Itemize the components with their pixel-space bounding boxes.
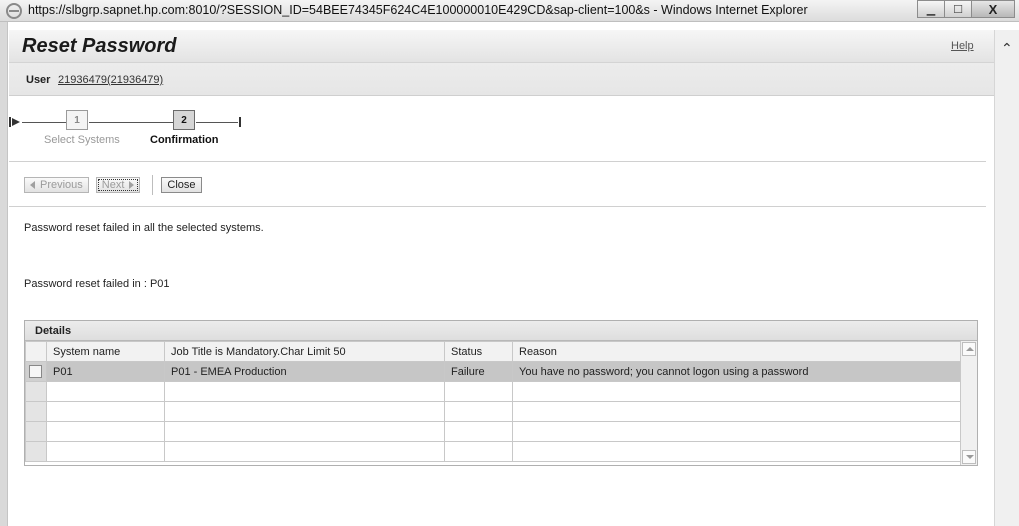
window-titlebar: https://slbgrp.sapnet.hp.com:8010/?SESSI…	[0, 0, 1019, 22]
cell-job-title: P01 - EMEA Production	[164, 361, 445, 382]
table-row-empty	[25, 441, 961, 462]
divider	[9, 161, 986, 162]
row-selector[interactable]	[25, 361, 47, 382]
empty-cell	[46, 381, 165, 402]
chevron-up-icon[interactable]: ⌃	[1001, 40, 1013, 57]
window-controls: ▁ ☐ X	[917, 0, 1015, 18]
empty-cell	[46, 441, 165, 462]
empty-cell	[46, 401, 165, 422]
cell-system-name: P01	[46, 361, 165, 382]
close-button[interactable]: Close	[161, 177, 202, 193]
empty-cell	[512, 441, 961, 462]
cell-status: Failure	[444, 361, 513, 382]
row-selector	[25, 421, 47, 442]
minimize-button[interactable]: ▁	[917, 0, 945, 18]
roadmap-step-1-label[interactable]: Select Systems	[44, 134, 120, 146]
maximize-button[interactable]: ☐	[944, 0, 972, 18]
failed-systems-message: Password reset failed in : P01	[24, 278, 170, 290]
row-selector-box[interactable]	[29, 365, 42, 378]
empty-cell	[512, 381, 961, 402]
window-title: https://slbgrp.sapnet.hp.com:8010/?SESSI…	[28, 3, 808, 17]
roadmap-connector	[89, 122, 186, 123]
roadmap-connector	[196, 122, 238, 123]
scroll-down-icon[interactable]	[962, 450, 976, 464]
chevron-right-icon	[129, 181, 135, 189]
divider	[9, 206, 986, 207]
roadmap-connector	[22, 122, 66, 123]
close-window-button[interactable]: X	[971, 0, 1015, 18]
ie-icon	[6, 3, 22, 19]
empty-cell	[444, 441, 513, 462]
empty-cell	[512, 401, 961, 422]
previous-button-label: Previous	[40, 179, 83, 191]
empty-cell	[512, 421, 961, 442]
table-row-empty	[25, 381, 961, 402]
details-panel: Details System name Job Title is Mandato…	[24, 320, 978, 466]
toolbar: Previous Next Close	[24, 175, 202, 195]
table-header-row: System name Job Title is Mandatory.Char …	[25, 341, 961, 362]
browser-scrollbar[interactable]: ⌃	[994, 30, 1019, 526]
page-title: Reset Password	[22, 35, 177, 57]
roadmap-end-icon	[239, 117, 241, 127]
summary-message: Password reset failed in all the selecte…	[24, 222, 264, 234]
roadmap: 1 2 Select Systems Confirmation	[9, 106, 994, 161]
roadmap-step-2[interactable]: 2	[173, 110, 195, 130]
page-header: Reset Password Help User 21936479(219364…	[9, 30, 994, 96]
help-link[interactable]: Help	[951, 40, 974, 52]
close-button-label: Close	[167, 179, 196, 191]
table-row-empty	[25, 401, 961, 422]
empty-cell	[444, 421, 513, 442]
roadmap-step-1[interactable]: 1	[66, 110, 88, 130]
previous-button[interactable]: Previous	[24, 177, 89, 193]
empty-cell	[164, 401, 445, 422]
table-scrollbar[interactable]	[960, 341, 977, 465]
roadmap-step-2-label: Confirmation	[150, 134, 219, 146]
column-header-status[interactable]: Status	[444, 341, 513, 362]
row-selector	[25, 441, 47, 462]
details-title: Details	[25, 321, 977, 341]
toolbar-separator	[152, 175, 154, 195]
empty-cell	[164, 421, 445, 442]
table-row[interactable]: P01 P01 - EMEA Production Failure You ha…	[25, 361, 961, 382]
empty-cell	[46, 421, 165, 442]
next-button[interactable]: Next	[95, 177, 141, 193]
next-button-label: Next	[101, 179, 125, 191]
column-header-job-title[interactable]: Job Title is Mandatory.Char Limit 50	[164, 341, 445, 362]
scroll-up-icon[interactable]	[962, 342, 976, 356]
table-row-empty	[25, 421, 961, 442]
cell-reason: You have no password; you cannot logon u…	[512, 361, 961, 382]
chevron-left-icon	[30, 181, 35, 189]
user-label: User	[26, 74, 51, 86]
empty-cell	[444, 401, 513, 422]
window-frame-left	[0, 22, 8, 526]
row-selector	[25, 401, 47, 422]
select-all-cell[interactable]	[25, 341, 47, 362]
empty-cell	[164, 441, 445, 462]
row-selector	[25, 381, 47, 402]
details-table: System name Job Title is Mandatory.Char …	[25, 341, 961, 462]
user-link[interactable]: 21936479(21936479)	[58, 74, 163, 86]
column-header-system-name[interactable]: System name	[46, 341, 165, 362]
roadmap-start-icon	[9, 117, 21, 127]
empty-cell	[164, 381, 445, 402]
empty-cell	[444, 381, 513, 402]
column-header-reason[interactable]: Reason	[512, 341, 961, 362]
page-title-bar: Reset Password Help	[9, 30, 994, 63]
